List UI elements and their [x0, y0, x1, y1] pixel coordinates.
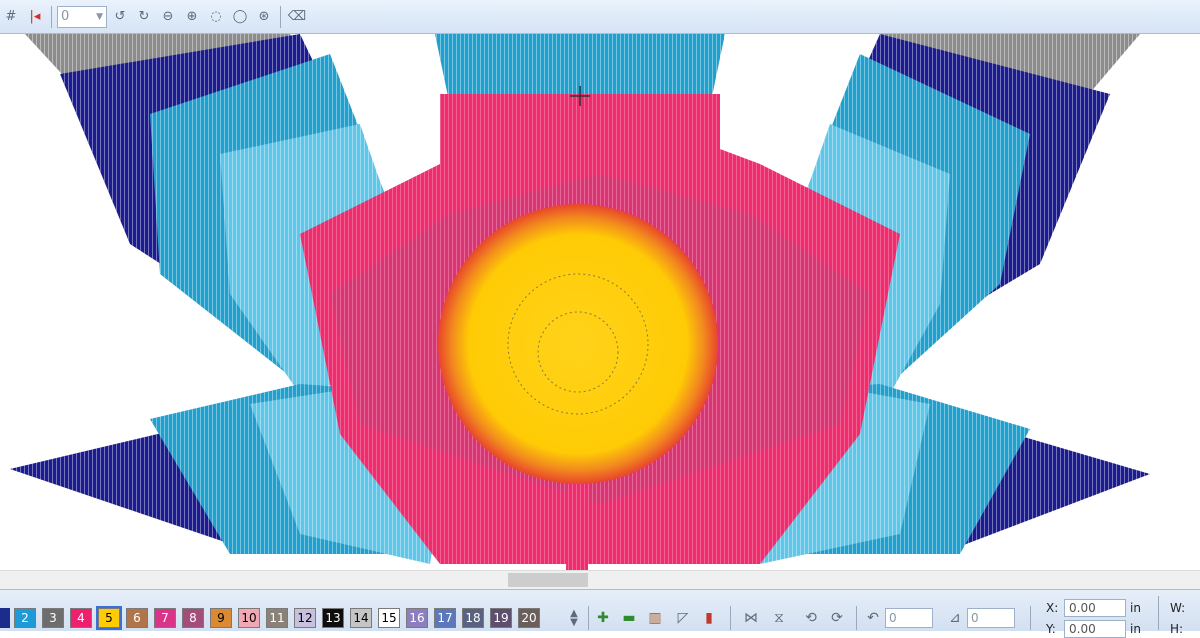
3d-view-icon[interactable]: ⊛ — [253, 6, 275, 28]
grid-icon[interactable]: # — [0, 6, 22, 28]
color-swatch-3[interactable]: 3 — [42, 608, 64, 628]
color-swatch-6[interactable]: 6 — [126, 608, 148, 628]
fill-cw-icon[interactable]: ⊕ — [181, 6, 203, 28]
mirror-horizontal-icon[interactable]: ⋈ — [740, 608, 762, 628]
color-swatch-11[interactable]: 11 — [266, 608, 288, 628]
top-toolbar: # |◂ 0 ▼ ↺ ↻ ⊖ ⊕ ◌ ◯ ⊛ ⌫ — [0, 0, 1200, 34]
color-swatch-8[interactable]: 8 — [182, 608, 204, 628]
remove-color-icon[interactable]: ▬ — [618, 608, 640, 628]
sun-center — [438, 204, 718, 484]
x-unit: in — [1130, 601, 1141, 615]
color-swatch-16[interactable]: 16 — [406, 608, 428, 628]
x-position-value: 0.00 — [1069, 601, 1096, 615]
color-swatch-13[interactable]: 13 — [322, 608, 344, 628]
rotate-angle-value: 0 — [889, 611, 897, 625]
color-swatch-5[interactable]: 5 — [96, 606, 122, 630]
color-swatch-2[interactable]: 2 — [14, 608, 36, 628]
y-position-value: 0.00 — [1069, 622, 1096, 636]
increase-icon[interactable]: ↻ — [133, 6, 155, 28]
add-color-icon[interactable]: ✚ — [592, 608, 614, 628]
scrollbar-thumb[interactable] — [508, 573, 588, 587]
reduce-icon[interactable]: ↺ — [109, 6, 131, 28]
hide-color-icon[interactable]: ◸ — [672, 608, 694, 628]
y-position-input[interactable]: 0.00 — [1064, 620, 1126, 638]
color-swatch-10[interactable]: 10 — [238, 608, 260, 628]
color-swatch-20[interactable]: 20 — [518, 608, 540, 628]
chevron-down-icon: ▼ — [96, 11, 103, 22]
color-swatch-7[interactable]: 7 — [154, 608, 176, 628]
x-label: X: — [1046, 601, 1059, 615]
y-unit: in — [1130, 622, 1141, 636]
toolbar-separator — [856, 606, 857, 630]
horizontal-scrollbar[interactable] — [0, 570, 1200, 589]
toolbar-separator — [51, 5, 52, 28]
slant-value: 0 — [971, 611, 979, 625]
toolbar-separator — [1158, 596, 1159, 630]
color-swatch-17[interactable]: 17 — [434, 608, 456, 628]
toolbar-separator — [280, 5, 281, 28]
bottom-toolbar: 2 3 4 5 6 7 8 9 10 11 12 13 14 15 16 17 18 19 20 ▲ ▼ ✚ ▬ ▥ … — [0, 589, 1200, 638]
y-label: Y: — [1046, 622, 1056, 636]
first-stitch-icon[interactable]: |◂ — [24, 6, 46, 28]
rotate-angle-icon[interactable]: ↶ — [862, 608, 884, 628]
rotate-cw-icon[interactable]: ⟳ — [826, 608, 848, 628]
color-swatch-14[interactable]: 14 — [350, 608, 372, 628]
rotate-left-icon[interactable]: ◌ — [205, 6, 227, 28]
mirror-vertical-icon[interactable]: ⧖ — [768, 608, 790, 628]
design-canvas[interactable] — [0, 34, 1200, 570]
toolbar-separator — [1030, 606, 1031, 630]
color-swatch-1[interactable] — [0, 608, 10, 628]
color-sequence-icon[interactable]: ▮ — [698, 608, 720, 628]
slant-input[interactable]: 0 — [967, 608, 1015, 628]
fill-ccw-icon[interactable]: ⊖ — [157, 6, 179, 28]
eraser-icon[interactable]: ⌫ — [286, 6, 308, 28]
color-swatch-12[interactable]: 12 — [294, 608, 316, 628]
color-swatch-9[interactable]: 9 — [210, 608, 232, 628]
embroidery-design — [10, 34, 1150, 570]
stitch-spin-input[interactable]: 0 ▼ — [57, 5, 107, 28]
color-swatch-15[interactable]: 15 — [378, 608, 400, 628]
thread-chart-icon[interactable]: ▥ — [644, 608, 666, 628]
toolbar-separator — [588, 606, 589, 630]
color-swatch-19[interactable]: 19 — [490, 608, 512, 628]
rotate-right-icon[interactable]: ◯ — [229, 6, 251, 28]
toolbar-separator — [730, 606, 731, 630]
spin-up-down-icon[interactable]: ▲ ▼ — [563, 608, 585, 628]
w-label: W: — [1170, 601, 1186, 615]
rotate-ccw-icon[interactable]: ⟲ — [800, 608, 822, 628]
rotate-angle-input[interactable]: 0 — [885, 608, 933, 628]
x-position-input[interactable]: 0.00 — [1064, 599, 1126, 617]
h-label: H: — [1170, 622, 1184, 636]
stitch-spin-value: 0 — [61, 9, 70, 24]
color-swatch-4[interactable]: 4 — [70, 608, 92, 628]
slant-icon[interactable]: ⊿ — [944, 608, 966, 628]
color-swatch-18[interactable]: 18 — [462, 608, 484, 628]
